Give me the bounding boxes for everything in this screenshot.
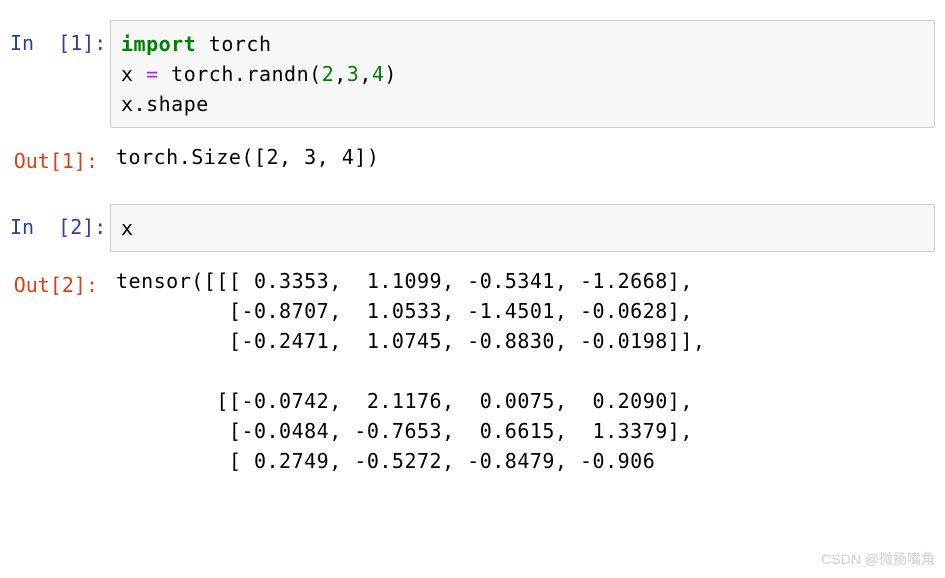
cell-1-output-row: Out[1]: torch.Size([2, 3, 4]) (10, 138, 935, 176)
module-name: torch (196, 32, 271, 56)
in-prompt-2: In [2]: (10, 204, 110, 252)
num-2: 2 (322, 62, 335, 86)
paren-open: ( (309, 62, 322, 86)
keyword-import: import (121, 32, 196, 56)
call-randn: torch.randn (159, 62, 310, 86)
var-x-2: x (121, 216, 134, 240)
comma-2: , (359, 62, 372, 86)
var-x: x (121, 62, 146, 86)
num-4: 4 (372, 62, 385, 86)
out-prompt-1: Out[1]: (10, 138, 110, 176)
in-prompt-1: In [1]: (10, 20, 110, 128)
num-3: 3 (347, 62, 360, 86)
spacer (10, 186, 935, 204)
code-input-2[interactable]: x (110, 204, 935, 252)
cell-1-input[interactable]: import torch x = torch.randn(2,3,4) x.sh… (110, 20, 935, 128)
comma-1: , (334, 62, 347, 86)
output-text-2: tensor([[[ 0.3353, 1.1099, -0.5341, -1.2… (110, 262, 935, 480)
cell-2-output-row: Out[2]: tensor([[[ 0.3353, 1.1099, -0.53… (10, 262, 935, 480)
cell-1-input-row: In [1]: import torch x = torch.randn(2,3… (10, 20, 935, 128)
output-text-1: torch.Size([2, 3, 4]) (110, 138, 935, 176)
paren-close: ) (384, 62, 397, 86)
cell-2-input-row: In [2]: x (10, 204, 935, 252)
operator-eq: = (146, 62, 159, 86)
out-prompt-2: Out[2]: (10, 262, 110, 480)
attr-shape: x.shape (121, 92, 209, 116)
code-input-1[interactable]: import torch x = torch.randn(2,3,4) x.sh… (110, 20, 935, 128)
cell-2-output: tensor([[[ 0.3353, 1.1099, -0.5341, -1.2… (110, 262, 935, 480)
cell-1-output: torch.Size([2, 3, 4]) (110, 138, 935, 176)
watermark-text: CSDN @微扬嘴角 (821, 549, 935, 570)
cell-2-input[interactable]: x (110, 204, 935, 252)
